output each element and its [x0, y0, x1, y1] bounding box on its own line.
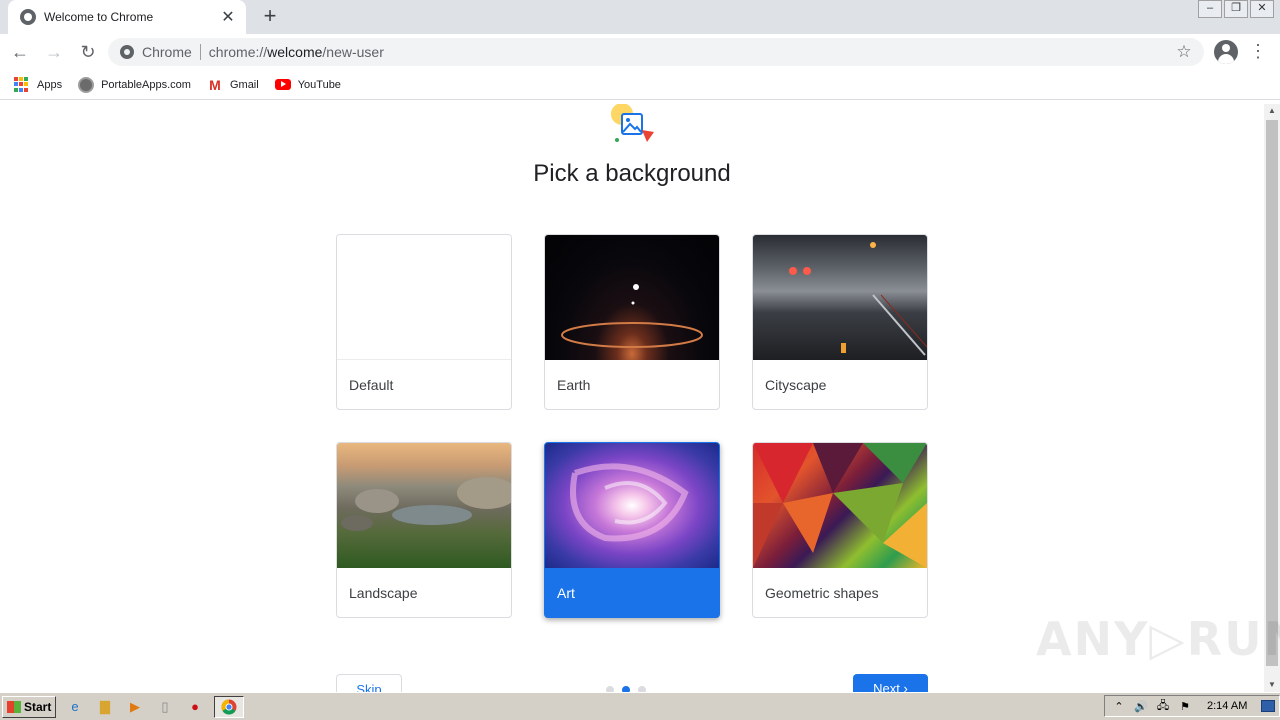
- restore-button[interactable]: ❐: [1224, 0, 1248, 18]
- show-desktop-icon[interactable]: [1261, 700, 1276, 712]
- new-tab-button[interactable]: +: [258, 5, 282, 29]
- thumbnail-geometric-shapes: [753, 443, 927, 568]
- tab-title: Welcome to Chrome: [44, 10, 154, 24]
- portableapps-icon: [78, 76, 95, 93]
- thumbnail-art: [545, 443, 719, 568]
- chrome-taskbar-icon[interactable]: [214, 695, 244, 718]
- minimize-button[interactable]: –: [1198, 0, 1222, 18]
- background-picker-illustration-icon: [611, 104, 654, 142]
- scrollbar-thumb[interactable]: [1266, 120, 1278, 666]
- forward-button[interactable]: →: [40, 38, 68, 66]
- url-rest: /new-user: [322, 44, 384, 60]
- anyrun-watermark: ANY▷RUN: [1036, 612, 1280, 666]
- reload-button[interactable]: ↻: [74, 38, 102, 66]
- back-button[interactable]: ←: [6, 38, 34, 66]
- url-path: welcome: [267, 44, 323, 60]
- card-label: Default: [349, 377, 394, 393]
- vertical-scrollbar[interactable]: ▲ ▼: [1264, 104, 1280, 692]
- chrome-favicon-icon: [20, 9, 36, 25]
- card-label: Geometric shapes: [765, 585, 879, 601]
- windows-logo-icon: [7, 700, 21, 713]
- bookmark-label: Apps: [37, 78, 63, 91]
- youtube-icon: [274, 79, 291, 90]
- start-button[interactable]: Start: [2, 695, 56, 718]
- url-text[interactable]: chrome://welcome/new-user: [209, 44, 1172, 60]
- clock[interactable]: 2:14 AM: [1207, 700, 1247, 712]
- document-icon[interactable]: ▯: [154, 696, 176, 718]
- menu-dots-icon[interactable]: ⋮: [1248, 40, 1268, 64]
- background-option-landscape[interactable]: Landscape: [336, 442, 512, 618]
- bookmarks-bar: Apps PortableApps.com M Gmail YouTube: [0, 70, 1280, 100]
- network-icon[interactable]: 🖧: [1155, 697, 1171, 716]
- card-label: Landscape: [349, 585, 418, 601]
- opera-icon[interactable]: ●: [184, 696, 206, 718]
- bookmark-label: YouTube: [297, 78, 341, 91]
- bookmark-youtube[interactable]: YouTube: [274, 78, 341, 91]
- action-center-flag-icon[interactable]: ⚑: [1177, 700, 1193, 713]
- security-chip[interactable]: Chrome: [142, 44, 192, 60]
- card-label: Earth: [557, 377, 591, 393]
- tab-welcome[interactable]: Welcome to Chrome ✕: [8, 0, 246, 34]
- omnibox-separator: [199, 44, 201, 60]
- background-option-geometric-shapes[interactable]: Geometric shapes: [752, 442, 928, 618]
- file-explorer-icon[interactable]: ▇: [94, 696, 116, 718]
- thumbnail-earth: [545, 235, 719, 360]
- scroll-down-arrow-icon[interactable]: ▼: [1264, 678, 1280, 692]
- card-label: Art: [557, 585, 575, 601]
- bookmark-label: Gmail: [229, 78, 259, 91]
- background-option-default[interactable]: Default: [336, 234, 512, 410]
- background-option-earth[interactable]: Earth: [544, 234, 720, 410]
- profile-avatar-icon[interactable]: [1214, 40, 1238, 64]
- bookmark-portableapps[interactable]: PortableApps.com: [78, 76, 191, 93]
- scroll-up-arrow-icon[interactable]: ▲: [1264, 104, 1280, 118]
- tab-strip: Welcome to Chrome ✕ + – ❐ ✕: [0, 0, 1280, 34]
- start-label: Start: [24, 699, 52, 714]
- background-option-art[interactable]: Art: [544, 442, 720, 618]
- page-title: Pick a background: [533, 160, 731, 187]
- thumbnail-cityscape: [753, 235, 927, 360]
- thumbnail-default: [337, 235, 511, 360]
- next-button[interactable]: Next ›: [853, 674, 928, 692]
- tray-expand-icon[interactable]: ⌃: [1111, 700, 1127, 713]
- close-window-button[interactable]: ✕: [1250, 0, 1274, 18]
- media-player-icon[interactable]: ▶: [124, 696, 146, 718]
- address-bar[interactable]: Chrome chrome://welcome/new-user ☆: [108, 38, 1204, 66]
- system-tray: ⌃ 🔊 🖧 ⚑ 2:14 AM: [1104, 695, 1280, 717]
- page-content: Pick a background Default Earth Cityscap…: [0, 104, 1264, 692]
- gmail-icon: M: [209, 76, 221, 93]
- tab-close-icon[interactable]: ✕: [220, 7, 236, 27]
- url-host: chrome://: [208, 44, 268, 60]
- apps-grid-icon: [14, 76, 30, 93]
- skip-button[interactable]: Skip: [336, 674, 402, 692]
- bookmark-star-icon[interactable]: ☆: [1172, 42, 1196, 62]
- window-controls: – ❐ ✕: [1196, 0, 1274, 18]
- toolbar: ← → ↻ Chrome chrome://welcome/new-user ☆…: [0, 34, 1280, 70]
- card-label: Cityscape: [765, 377, 827, 393]
- chrome-site-icon: [120, 45, 134, 59]
- thumbnail-landscape: [337, 443, 511, 568]
- internet-explorer-icon[interactable]: e: [64, 696, 86, 718]
- bookmark-gmail[interactable]: M Gmail: [207, 77, 259, 93]
- bookmark-label: PortableApps.com: [101, 78, 191, 91]
- bookmark-apps[interactable]: Apps: [14, 76, 63, 93]
- chrome-logo-icon: [221, 699, 237, 715]
- windows-taskbar: Start e ▇ ▶ ▯ ● ⌃ 🔊 🖧 ⚑ 2:14 AM: [0, 692, 1280, 720]
- volume-icon[interactable]: 🔊: [1133, 700, 1149, 713]
- background-option-cityscape[interactable]: Cityscape: [752, 234, 928, 410]
